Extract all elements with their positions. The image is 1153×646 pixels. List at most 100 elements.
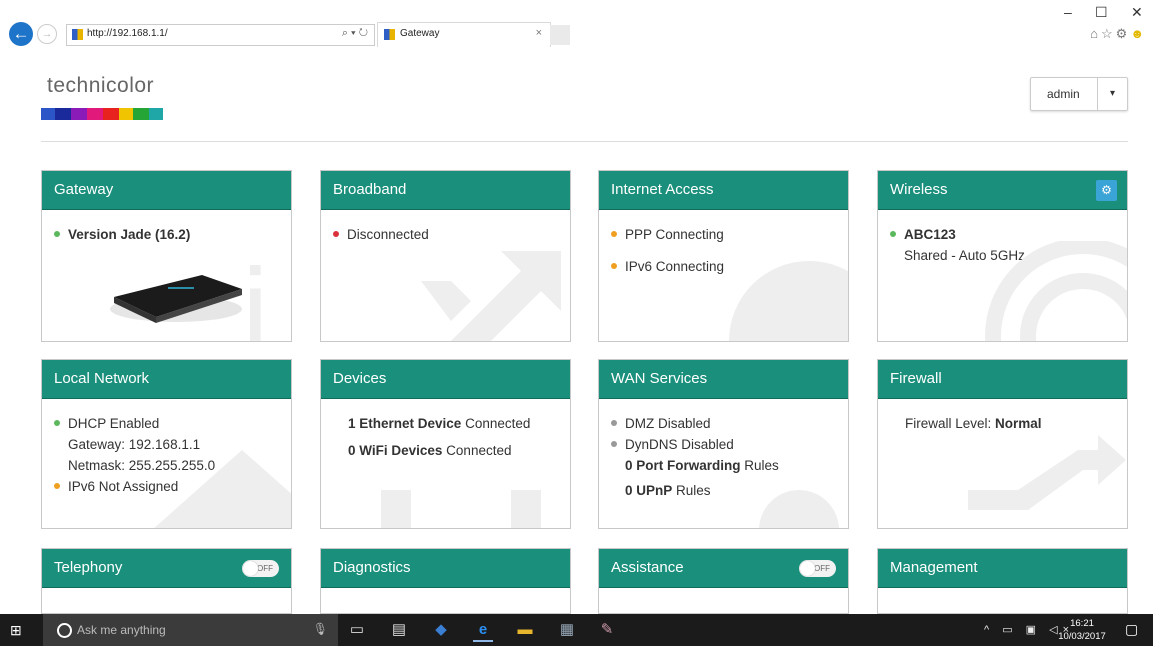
wireless-ssid: ABC123 (904, 227, 956, 242)
toggle-knob (243, 561, 258, 576)
gear-icon[interactable]: ⚙ (1116, 26, 1131, 41)
address-tools-icon[interactable]: ⌕ ▾ ↻ (342, 27, 368, 40)
internet-explorer-icon[interactable]: e (473, 620, 493, 642)
paint-app-icon[interactable]: ✎ (597, 620, 617, 640)
card-gateway[interactable]: Gateway Version Jade (16.2) i (41, 170, 292, 342)
site-favicon-icon (72, 29, 83, 40)
file-explorer-icon[interactable]: ▬ (515, 620, 535, 640)
status-dot-grey (611, 420, 617, 426)
minimize-icon[interactable]: – (1064, 4, 1072, 20)
card-local-network[interactable]: Local Network DHCP Enabled Gateway: 192.… (41, 359, 292, 529)
card-wan-services[interactable]: WAN Services DMZ Disabled DynDNS Disable… (598, 359, 849, 529)
card-internet-access[interactable]: Internet Access PPP Connecting IPv6 Conn… (598, 170, 849, 342)
card-diagnostics[interactable]: Diagnostics (320, 548, 571, 614)
search-placeholder[interactable]: Ask me anything (77, 623, 166, 637)
logo-segment (55, 108, 71, 120)
back-arrow-icon[interactable]: ← (9, 22, 33, 46)
status-dot-orange (611, 263, 617, 269)
card-telephony[interactable]: Telephony OFF (41, 548, 292, 614)
card-title-text[interactable]: Wireless (890, 181, 948, 198)
taskbar-search-box[interactable]: Ask me anything 🎙 (43, 614, 338, 646)
new-tab-button[interactable] (550, 25, 570, 45)
gear-watermark-icon (759, 490, 839, 528)
cortana-circle-icon (57, 623, 72, 638)
gateway-version: Version Jade (16.2) (68, 227, 191, 242)
taskbar-clock[interactable]: 16:21 10/03/2017 (1058, 617, 1106, 643)
restore-icon[interactable]: ☐ (1095, 4, 1108, 21)
card-title[interactable]: Internet Access (599, 171, 848, 210)
close-window-icon[interactable]: ✕ (1131, 4, 1143, 21)
logo-segment (41, 108, 55, 120)
windows-taskbar: ⊞ Ask me anything 🎙 ▭ ▤ ◆ e ▬ ▦ ✎ ^ ▭ ▣ … (0, 614, 1153, 646)
browser-toolbar-icons: ⌂☆⚙☻ (1090, 26, 1147, 42)
toggle-label: OFF (814, 564, 830, 573)
expand-arrows-watermark-icon (421, 251, 561, 341)
router-image (110, 275, 242, 323)
upnp-suffix: Rules (672, 483, 711, 498)
card-title-text[interactable]: Telephony (54, 559, 122, 576)
shuffle-arrows-watermark-icon (968, 435, 1126, 510)
clock-date: 10/03/2017 (1058, 631, 1106, 642)
status-dot-orange (611, 231, 617, 237)
card-title[interactable]: Diagnostics (321, 549, 570, 588)
tab-close-icon[interactable]: × (536, 27, 542, 39)
address-url[interactable]: http://192.168.1.1/ (87, 28, 168, 39)
globe-watermark-icon (729, 261, 848, 341)
toggle-knob (800, 561, 815, 576)
firewall-level-value: Normal (995, 416, 1042, 431)
logo-segment (119, 108, 133, 120)
dmz-status: DMZ Disabled (625, 416, 711, 431)
card-wireless[interactable]: Wireless ⚙ ABC123 Shared - Auto 5GHz (877, 170, 1128, 342)
assistance-toggle[interactable]: OFF (799, 560, 836, 577)
user-menu[interactable]: admin ▾ (1030, 77, 1128, 111)
ppp-status: PPP Connecting (625, 227, 724, 242)
status-dot-red (333, 231, 339, 237)
card-title[interactable]: Wireless ⚙ (878, 171, 1127, 210)
technicolor-logo-bar (41, 108, 163, 120)
card-title[interactable]: WAN Services (599, 360, 848, 399)
notification-center-icon[interactable]: ▢ (1125, 621, 1138, 638)
info-watermark-icon: i (242, 244, 269, 342)
browser-chrome: ← → http://192.168.1.1/ ⌕ ▾ ↻ Gateway × … (0, 0, 1153, 48)
wifi-suffix: Connected (442, 443, 512, 458)
telephony-toggle[interactable]: OFF (242, 560, 279, 577)
wireless-settings-icon[interactable]: ⚙ (1096, 180, 1117, 201)
windows-start-icon[interactable]: ⊞ (10, 622, 22, 639)
wifi-device-count: 0 WiFi Devices (348, 443, 443, 458)
monitor-watermark-icon (381, 490, 541, 528)
card-title-text[interactable]: Assistance (611, 559, 684, 576)
logo-segment (87, 108, 103, 120)
card-broadband[interactable]: Broadband Disconnected (320, 170, 571, 342)
forward-arrow-icon[interactable]: → (37, 24, 57, 44)
chevron-down-icon[interactable]: ▾ (1097, 78, 1127, 110)
card-management[interactable]: Management (877, 548, 1128, 614)
card-title[interactable]: Telephony OFF (42, 549, 291, 588)
card-title[interactable]: Devices (321, 360, 570, 399)
logo-segment (133, 108, 149, 120)
card-firewall[interactable]: Firewall Firewall Level: Normal (877, 359, 1128, 529)
tab-favicon-icon (384, 29, 395, 40)
smiley-feedback-icon[interactable]: ☻ (1130, 26, 1147, 41)
port-forwarding-count: 0 Port Forwarding (625, 458, 741, 473)
card-title[interactable]: Gateway (42, 171, 291, 210)
document-app-icon[interactable]: ▦ (557, 620, 577, 640)
dhcp-status: DHCP Enabled (68, 416, 160, 431)
ethernet-suffix: Connected (461, 416, 531, 431)
microphone-icon[interactable]: 🎙 (313, 622, 328, 636)
card-devices[interactable]: Devices 1 Ethernet Device Connected 0 Wi… (320, 359, 571, 529)
user-name[interactable]: admin (1047, 87, 1080, 101)
notes-app-icon[interactable]: ◆ (431, 620, 451, 640)
window-app-icon[interactable]: ▤ (389, 620, 409, 640)
card-title[interactable]: Management (878, 549, 1127, 588)
status-dot-orange (54, 483, 60, 489)
card-title[interactable]: Firewall (878, 360, 1127, 399)
card-title[interactable]: Local Network (42, 360, 291, 399)
home-icon[interactable]: ⌂ (1090, 26, 1101, 41)
task-view-icon[interactable]: ▭ (347, 620, 367, 640)
card-title[interactable]: Assistance OFF (599, 549, 848, 588)
favorites-star-icon[interactable]: ☆ (1101, 26, 1116, 41)
card-title[interactable]: Broadband (321, 171, 570, 210)
tab-gateway[interactable]: Gateway × (377, 22, 551, 47)
card-assistance[interactable]: Assistance OFF (598, 548, 849, 614)
address-bar[interactable]: http://192.168.1.1/ ⌕ ▾ ↻ (66, 24, 375, 46)
